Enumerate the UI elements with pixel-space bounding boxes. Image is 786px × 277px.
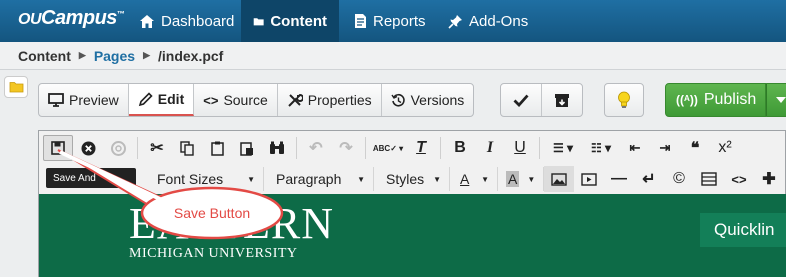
app-root: OUCampus™ Dashboard Content Reports Add-… <box>0 0 786 277</box>
callout-annotation <box>57 149 284 240</box>
callout-label: Save Button <box>173 205 251 221</box>
